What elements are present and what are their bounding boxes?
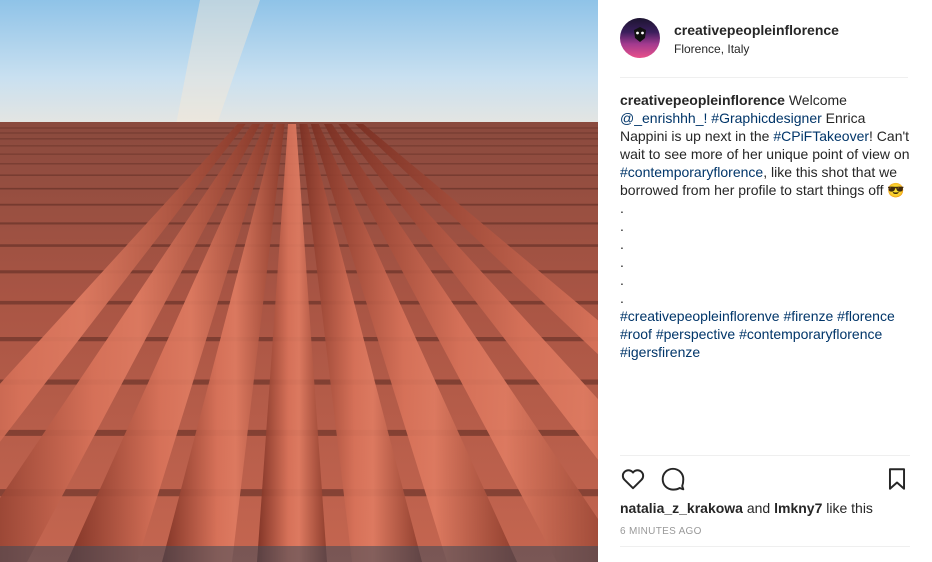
hashtag-link[interactable]: #Graphicdesigner <box>711 110 822 126</box>
sunglasses-emoji: 😎 <box>887 182 905 198</box>
caption-text: Welcome <box>784 92 847 108</box>
mention-link[interactable]: @_enrishhh_! <box>620 110 707 126</box>
post-header: creativepeopleinflorence Florence, Italy <box>620 16 908 78</box>
liker-username[interactable]: lmkny7 <box>774 500 822 516</box>
hashtag-link[interactable]: #roof <box>620 326 652 342</box>
liker-username[interactable]: natalia_z_krakowa <box>620 500 743 516</box>
caption-dot: . <box>620 290 624 306</box>
likes-text: and <box>742 500 775 516</box>
hashtag-link[interactable]: #igersfirenze <box>620 344 700 360</box>
heart-icon[interactable] <box>620 466 646 492</box>
caption-dot: . <box>620 254 624 270</box>
post-sidebar: creativepeopleinflorence Florence, Italy… <box>598 0 932 562</box>
roof-tiles-photo <box>0 0 598 562</box>
caption-dot: . <box>620 272 624 288</box>
comment-icon[interactable] <box>660 466 686 492</box>
divider <box>620 546 910 547</box>
caption-text: . <box>620 200 624 216</box>
avatar[interactable] <box>620 18 660 58</box>
hashtag-link[interactable]: #contemporaryflorence <box>620 164 763 180</box>
bookmark-icon[interactable] <box>884 466 910 492</box>
hashtag-link[interactable]: #florence <box>837 308 895 324</box>
action-bar <box>620 455 910 500</box>
post-caption: creativepeopleinflorence Welcome @_enris… <box>620 91 910 361</box>
caption-dot: . <box>620 218 624 234</box>
hashtag-link[interactable]: #CPiFTakeover <box>773 128 869 144</box>
caption-author[interactable]: creativepeopleinflorence <box>620 92 785 108</box>
hashtag-link[interactable]: #firenze <box>783 308 833 324</box>
author-username[interactable]: creativepeopleinflorence <box>674 22 839 38</box>
hashtag-link[interactable]: #contemporaryflorence <box>739 326 882 342</box>
hashtag-link[interactable]: #creativepeopleinflorenve <box>620 308 780 324</box>
likes-text: like this <box>822 500 873 516</box>
post-timestamp[interactable]: 6 MINUTES AGO <box>620 526 702 537</box>
post-location[interactable]: Florence, Italy <box>674 42 749 56</box>
hashtag-link[interactable]: #perspective <box>656 326 735 342</box>
post-photo[interactable] <box>0 0 598 562</box>
likes-summary: natalia_z_krakowa and lmkny7 like this <box>620 500 873 516</box>
caption-dot: . <box>620 236 624 252</box>
